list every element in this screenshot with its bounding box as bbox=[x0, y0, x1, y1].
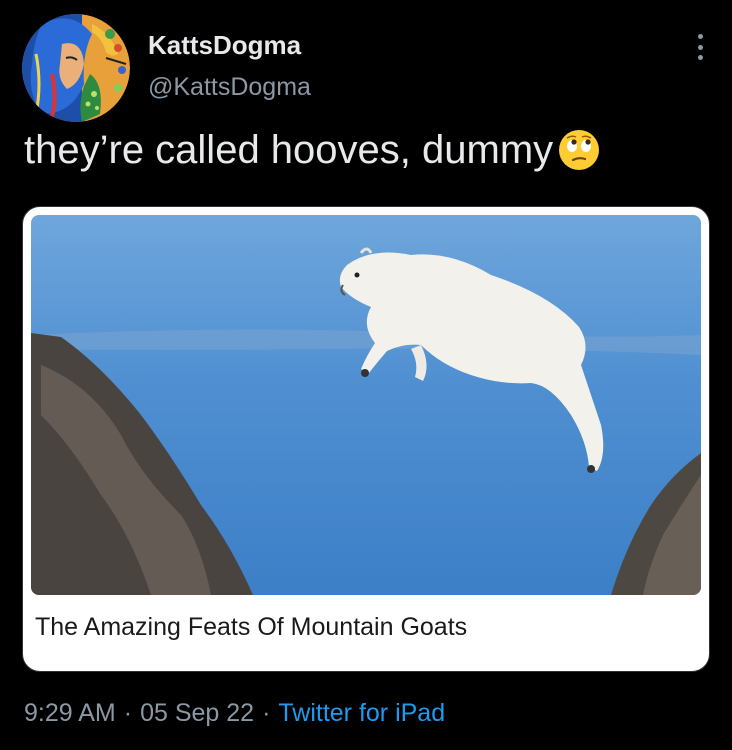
meta-separator: · bbox=[123, 699, 133, 727]
link-card-title: The Amazing Feats Of Mountain Goats bbox=[35, 613, 468, 641]
avatar[interactable] bbox=[22, 14, 130, 122]
source-link[interactable]: Twitter for iPad bbox=[278, 699, 445, 727]
tweet-text-content: they’re called hooves, dummy bbox=[24, 128, 554, 172]
user-handle[interactable]: @KattsDogma bbox=[148, 72, 311, 102]
mountain-goat-leaping-photo bbox=[31, 215, 701, 595]
tweet-meta: 9:29 AM · 05 Sep 22 · Twitter for iPad bbox=[24, 697, 445, 729]
more-dot-icon bbox=[697, 34, 703, 39]
more-dot-icon bbox=[697, 55, 703, 60]
link-card[interactable]: The Amazing Feats Of Mountain Goats bbox=[22, 206, 710, 672]
more-dot-icon bbox=[697, 44, 703, 50]
tweet: KattsDogma @KattsDogma they’re called ho… bbox=[0, 0, 732, 750]
face-with-rolling-eyes-icon bbox=[557, 128, 601, 172]
more-options-button[interactable] bbox=[688, 32, 712, 62]
avatar-portrait-icon bbox=[22, 14, 130, 122]
tweet-time[interactable]: 9:29 AM bbox=[24, 699, 116, 727]
display-name[interactable]: KattsDogma bbox=[148, 30, 311, 60]
tweet-date[interactable]: 05 Sep 22 bbox=[140, 699, 254, 727]
link-card-image bbox=[31, 215, 701, 595]
user-block: KattsDogma @KattsDogma bbox=[148, 30, 311, 102]
tweet-text: they’re called hooves, dummy bbox=[24, 126, 601, 174]
meta-separator: · bbox=[262, 699, 271, 727]
